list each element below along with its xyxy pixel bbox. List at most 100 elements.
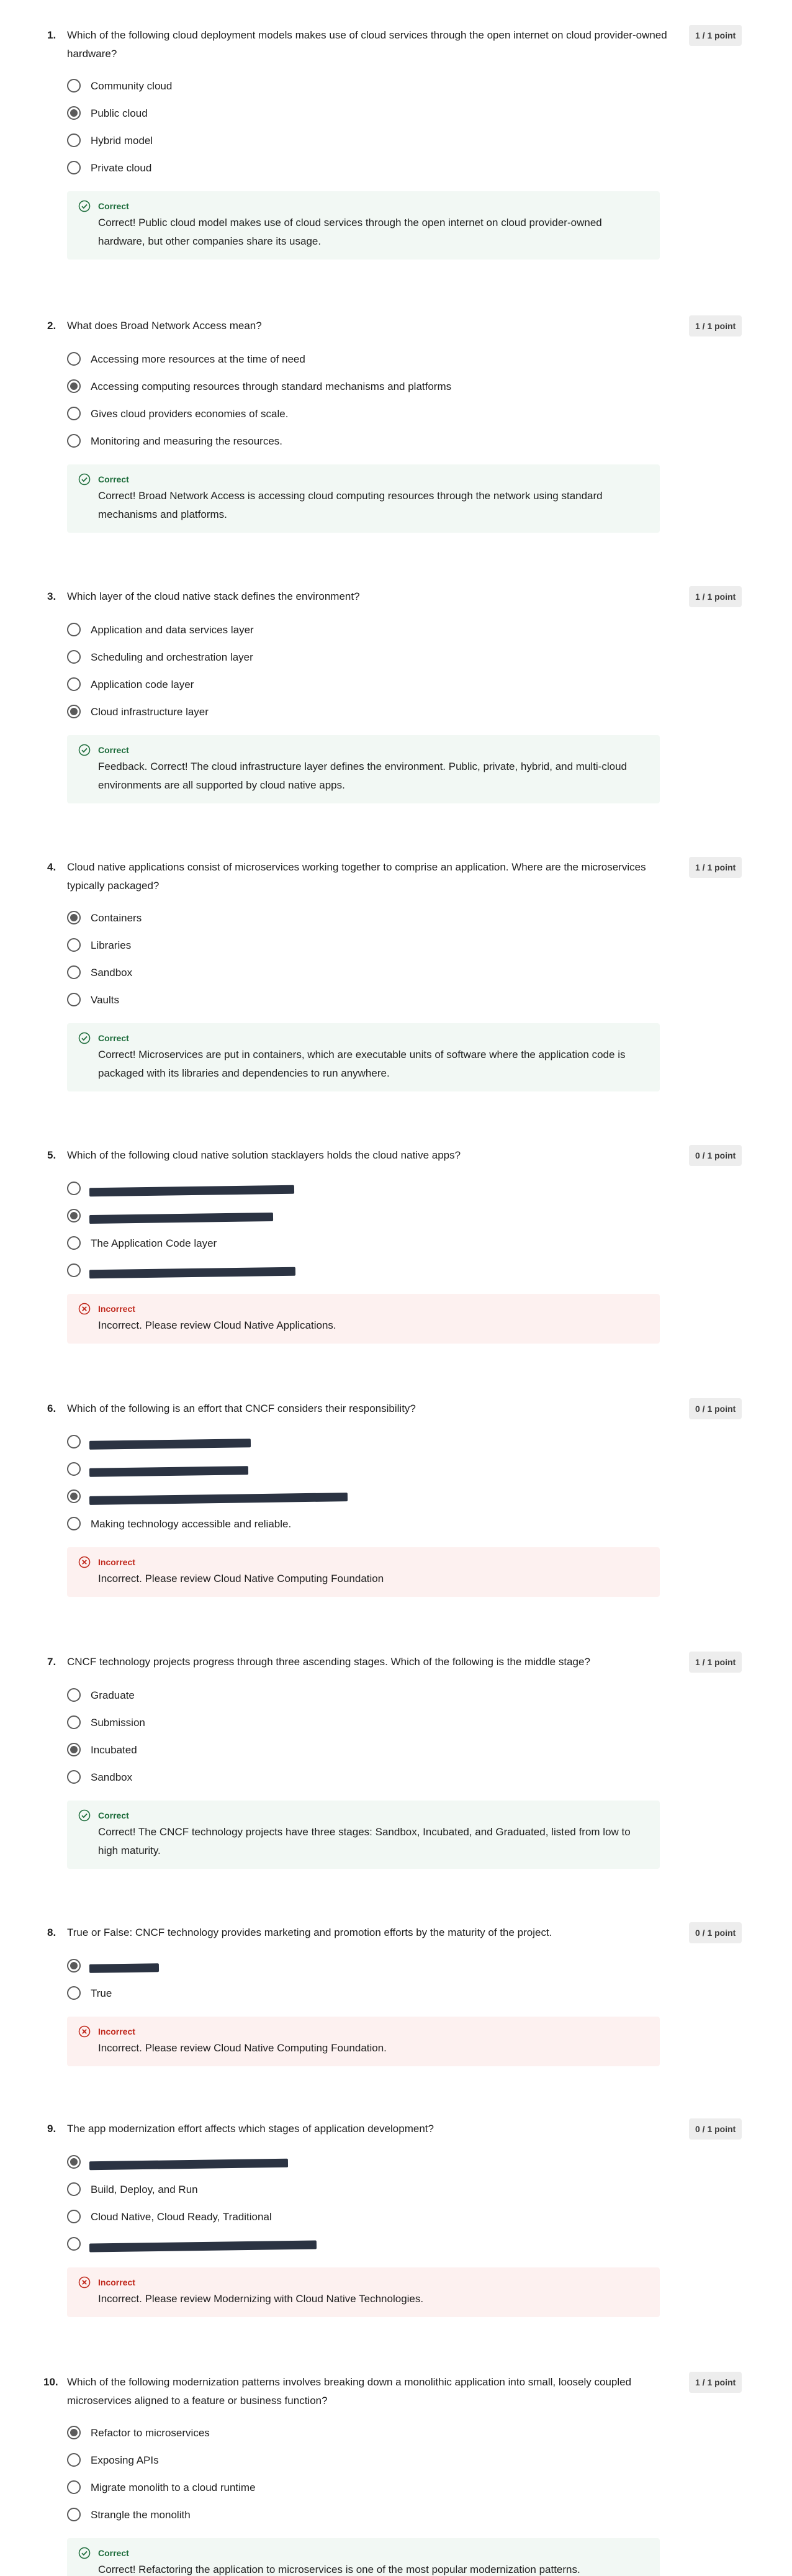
answer-option[interactable]: Private cloud — [67, 159, 502, 178]
answer-option[interactable]: Refactor to microservices — [67, 2424, 502, 2443]
answer-option[interactable]: Incubated — [67, 1741, 502, 1760]
radio-button[interactable] — [67, 1182, 81, 1195]
question-number: 5. — [47, 1149, 56, 1161]
radio-button-selected[interactable] — [67, 1209, 81, 1222]
check-circle-icon — [78, 2547, 91, 2559]
option-label: Application and data services layer — [91, 624, 254, 636]
answer-option[interactable]: Sandbox — [67, 964, 502, 982]
radio-button[interactable] — [67, 1236, 81, 1250]
option-label: Refactor to microservices — [91, 2427, 210, 2439]
radio-button[interactable] — [67, 1435, 81, 1448]
feedback-message: Feedback. Correct! The cloud infrastruct… — [98, 761, 627, 791]
answer-option[interactable] — [67, 2235, 502, 2254]
answer-option[interactable]: Public cloud — [67, 104, 502, 123]
answer-option[interactable]: Accessing computing resources through st… — [67, 377, 502, 396]
feedback-panel: Correct Feedback. Correct! The cloud inf… — [67, 735, 660, 803]
answer-option[interactable]: Hybrid model — [67, 132, 502, 150]
answer-option[interactable]: Cloud Native, Cloud Ready, Traditional — [67, 2208, 502, 2226]
feedback-message: Correct! Microservices are put in contai… — [98, 1049, 626, 1079]
answer-option[interactable] — [67, 1488, 502, 1506]
radio-button[interactable] — [67, 965, 81, 979]
option-label: Gives cloud providers economies of scale… — [91, 408, 289, 420]
radio-button-selected[interactable] — [67, 1959, 81, 1973]
radio-button[interactable] — [67, 2182, 81, 2196]
radio-button[interactable] — [67, 434, 81, 448]
check-circle-icon — [78, 1809, 91, 1822]
answer-option[interactable]: Making technology accessible and reliabl… — [67, 1515, 502, 1534]
radio-button[interactable] — [67, 79, 81, 93]
feedback-message: Correct! Refactoring the application to … — [98, 2564, 580, 2575]
answer-option[interactable]: Migrate monolith to a cloud runtime — [67, 2479, 502, 2497]
feedback-message: Correct! Broad Network Access is accessi… — [98, 490, 603, 520]
answer-option[interactable]: Exposing APIs — [67, 2451, 502, 2470]
answer-option[interactable]: Containers — [67, 909, 502, 928]
radio-button[interactable] — [67, 1770, 81, 1784]
answer-option[interactable]: Accessing more resources at the time of … — [67, 350, 502, 369]
radio-button[interactable] — [67, 677, 81, 691]
radio-button[interactable] — [67, 650, 81, 664]
answer-option[interactable] — [67, 1957, 502, 1976]
radio-button[interactable] — [67, 1263, 81, 1277]
feedback-panel: Correct Correct! Microservices are put i… — [67, 1023, 660, 1091]
answer-option[interactable] — [67, 1433, 502, 1452]
radio-button[interactable] — [67, 2508, 81, 2521]
answer-option[interactable]: Application and data services layer — [67, 621, 502, 639]
radio-button[interactable] — [67, 133, 81, 147]
answer-option[interactable]: Submission — [67, 1714, 502, 1732]
feedback-message: Incorrect. Please review Modernizing wit… — [98, 2293, 424, 2305]
radio-button-selected[interactable] — [67, 1743, 81, 1756]
radio-button[interactable] — [67, 2480, 81, 2494]
score-badge: 0 / 1 point — [689, 1398, 742, 1419]
radio-button[interactable] — [67, 2453, 81, 2467]
answer-option[interactable]: Vaults — [67, 991, 502, 1010]
radio-button-selected[interactable] — [67, 2155, 81, 2169]
answer-option[interactable]: True — [67, 1984, 502, 2003]
answer-option[interactable]: Application code layer — [67, 676, 502, 694]
answer-option[interactable]: Strangle the monolith — [67, 2506, 502, 2524]
radio-button-selected[interactable] — [67, 2426, 81, 2439]
radio-button[interactable] — [67, 938, 81, 952]
radio-button-selected[interactable] — [67, 911, 81, 924]
answer-option[interactable]: Libraries — [67, 936, 502, 955]
answer-option[interactable]: Gives cloud providers economies of scale… — [67, 405, 502, 423]
radio-button[interactable] — [67, 1462, 81, 1476]
radio-button[interactable] — [67, 2237, 81, 2251]
radio-button[interactable] — [67, 407, 81, 420]
feedback-panel: Incorrect Incorrect. Please review Cloud… — [67, 2017, 660, 2066]
answer-option[interactable] — [67, 2153, 502, 2172]
answer-option[interactable] — [67, 1180, 502, 1198]
feedback-panel: Correct Correct! The CNCF technology pro… — [67, 1801, 660, 1869]
radio-button-selected[interactable] — [67, 705, 81, 718]
answer-option[interactable]: Graduate — [67, 1686, 502, 1705]
radio-button[interactable] — [67, 1688, 81, 1702]
question-number: 1. — [47, 29, 56, 41]
option-label: Scheduling and orchestration layer — [91, 651, 253, 663]
radio-button-selected[interactable] — [67, 1489, 81, 1503]
answer-option[interactable] — [67, 1460, 502, 1479]
radio-button[interactable] — [67, 623, 81, 636]
radio-button-selected[interactable] — [67, 106, 81, 120]
question-number: 6. — [47, 1403, 56, 1414]
answer-option[interactable]: Monitoring and measuring the resources. — [67, 432, 502, 451]
feedback-status: Correct — [98, 745, 129, 755]
radio-button[interactable] — [67, 993, 81, 1006]
feedback-status: Incorrect — [98, 1557, 135, 1567]
answer-option[interactable]: Build, Deploy, and Run — [67, 2181, 502, 2199]
answer-option[interactable]: Sandbox — [67, 1768, 502, 1787]
radio-button[interactable] — [67, 1986, 81, 2000]
option-label: Submission — [91, 1717, 145, 1729]
radio-button[interactable] — [67, 1517, 81, 1530]
answer-option[interactable]: Cloud infrastructure layer — [67, 703, 502, 721]
answer-option[interactable] — [67, 1262, 502, 1280]
radio-button[interactable] — [67, 161, 81, 174]
radio-button-selected[interactable] — [67, 379, 81, 393]
score-badge: 1 / 1 point — [689, 586, 742, 607]
radio-button[interactable] — [67, 2210, 81, 2223]
radio-button[interactable] — [67, 1715, 81, 1729]
answer-option[interactable]: Scheduling and orchestration layer — [67, 648, 502, 667]
redaction-mark — [89, 1466, 249, 1477]
radio-button[interactable] — [67, 352, 81, 366]
answer-option[interactable] — [67, 1207, 502, 1226]
answer-option[interactable]: The Application Code layer — [67, 1234, 502, 1253]
answer-option[interactable]: Community cloud — [67, 77, 502, 96]
